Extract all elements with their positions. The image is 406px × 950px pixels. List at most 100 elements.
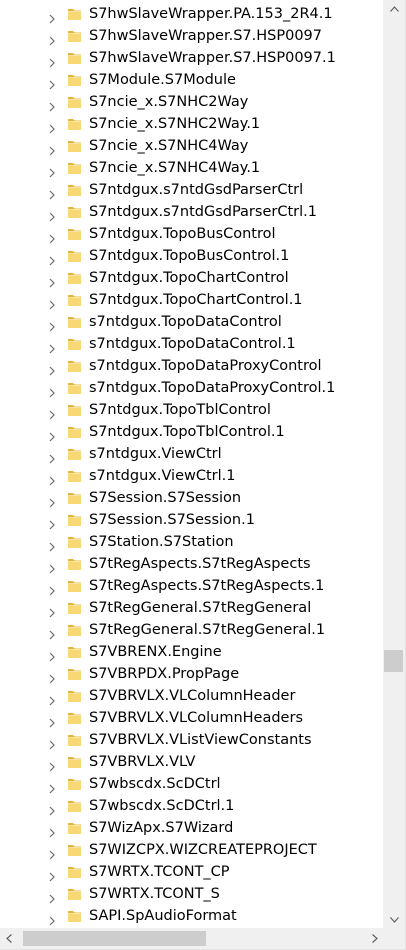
tree-item[interactable]: S7ntdgux.TopoBusControl.1 xyxy=(0,245,383,267)
tree-item[interactable]: S7VBRVLX.VLColumnHeaders xyxy=(0,707,383,729)
tree-item[interactable]: S7Station.S7Station xyxy=(0,531,383,553)
tree-item[interactable]: S7ncie_x.S7NHC4Way.1 xyxy=(0,157,383,179)
tree-item[interactable]: S7VBRVLX.VListViewConstants xyxy=(0,729,383,751)
tree-item[interactable]: S7VBRPDX.PropPage xyxy=(0,663,383,685)
tree-item[interactable]: s7ntdgux.TopoDataControl.1 xyxy=(0,333,383,355)
tree-item-label: S7hwSlaveWrapper.PA.153_2R4.1 xyxy=(89,6,333,22)
chevron-right-icon[interactable] xyxy=(49,405,55,420)
chevron-right-icon[interactable] xyxy=(49,339,55,354)
folder-icon xyxy=(67,226,82,241)
tree-item[interactable]: S7WRTX.TCONT_CP xyxy=(0,861,383,883)
vertical-scroll-thumb[interactable] xyxy=(384,650,403,672)
tree-item[interactable]: S7ntdgux.TopoChartControl.1 xyxy=(0,289,383,311)
tree-item[interactable]: S7wbscdx.ScDCtrl.1 xyxy=(0,795,383,817)
chevron-right-icon[interactable] xyxy=(49,735,55,750)
tree-item[interactable]: s7ntdgux.TopoDataProxyControl xyxy=(0,355,383,377)
folder-icon xyxy=(67,534,82,549)
tree-item[interactable]: S7Session.S7Session.1 xyxy=(0,509,383,531)
chevron-right-icon[interactable] xyxy=(49,229,55,244)
tree-item[interactable]: S7Session.S7Session xyxy=(0,487,383,509)
tree-item[interactable]: s7ntdgux.ViewCtrl.1 xyxy=(0,465,383,487)
chevron-right-icon[interactable] xyxy=(49,911,55,926)
tree-item[interactable]: S7WRTX.TCONT_S xyxy=(0,883,383,905)
chevron-right-icon[interactable] xyxy=(49,845,55,860)
tree-item[interactable]: S7Module.S7Module xyxy=(0,69,383,91)
tree-item[interactable]: S7ncie_x.S7NHC4Way xyxy=(0,135,383,157)
folder-icon xyxy=(67,886,82,901)
vertical-scrollbar[interactable] xyxy=(383,0,405,928)
chevron-right-icon[interactable] xyxy=(49,295,55,310)
chevron-right-icon[interactable] xyxy=(49,273,55,288)
chevron-right-icon[interactable] xyxy=(49,515,55,530)
tree-item[interactable]: S7tRegGeneral.S7tRegGeneral xyxy=(0,597,383,619)
chevron-right-icon[interactable] xyxy=(49,449,55,464)
tree-item[interactable]: S7ntdgux.TopoTblControl.1 xyxy=(0,421,383,443)
tree-item[interactable]: S7tRegAspects.S7tRegAspects xyxy=(0,553,383,575)
tree-item[interactable]: s7ntdgux.TopoDataControl xyxy=(0,311,383,333)
chevron-right-icon[interactable] xyxy=(49,9,55,24)
chevron-right-icon[interactable] xyxy=(49,889,55,904)
tree-item[interactable]: S7ntdgux.s7ntdGsdParserCtrl.1 xyxy=(0,201,383,223)
tree-item[interactable]: S7hwSlaveWrapper.S7.HSP0097.1 xyxy=(0,47,383,69)
tree-item[interactable]: S7hwSlaveWrapper.PA.153_2R4.1 xyxy=(0,3,383,25)
tree-item[interactable]: S7ntdgux.TopoBusControl xyxy=(0,223,383,245)
scroll-right-arrow-icon[interactable] xyxy=(366,928,383,949)
chevron-right-icon[interactable] xyxy=(49,581,55,596)
scroll-left-arrow-icon[interactable] xyxy=(0,928,17,949)
tree-item[interactable]: S7VBRVLX.VLV xyxy=(0,751,383,773)
tree-item[interactable]: S7WizApx.S7Wizard xyxy=(0,817,383,839)
folder-icon xyxy=(67,248,82,263)
chevron-right-icon[interactable] xyxy=(49,471,55,486)
chevron-right-icon[interactable] xyxy=(49,97,55,112)
tree-item-label: s7ntdgux.ViewCtrl xyxy=(89,446,222,462)
chevron-right-icon[interactable] xyxy=(49,317,55,332)
tree-item[interactable]: S7WIZCPX.WIZCREATEPROJECT xyxy=(0,839,383,861)
tree-item[interactable]: S7hwSlaveWrapper.S7.HSP0097 xyxy=(0,25,383,47)
chevron-right-icon[interactable] xyxy=(49,119,55,134)
tree-item[interactable]: S7tRegAspects.S7tRegAspects.1 xyxy=(0,575,383,597)
chevron-right-icon[interactable] xyxy=(49,361,55,376)
chevron-right-icon[interactable] xyxy=(49,779,55,794)
chevron-right-icon[interactable] xyxy=(49,75,55,90)
chevron-right-icon[interactable] xyxy=(49,251,55,266)
tree-item[interactable]: s7ntdgux.ViewCtrl xyxy=(0,443,383,465)
registry-key-tree[interactable]: S7hwSlaveWrapper.PA.153_2R4.1 S7hwSlaveWr… xyxy=(0,0,383,928)
chevron-right-icon[interactable] xyxy=(49,537,55,552)
tree-item[interactable]: S7ncie_x.S7NHC2Way xyxy=(0,91,383,113)
tree-item[interactable]: S7VBRVLX.VLColumnHeader xyxy=(0,685,383,707)
chevron-right-icon[interactable] xyxy=(49,427,55,442)
tree-item[interactable]: S7wbscdx.ScDCtrl xyxy=(0,773,383,795)
chevron-right-icon[interactable] xyxy=(49,31,55,46)
tree-item[interactable]: S7ncie_x.S7NHC2Way.1 xyxy=(0,113,383,135)
chevron-right-icon[interactable] xyxy=(49,383,55,398)
chevron-right-icon[interactable] xyxy=(49,823,55,838)
horizontal-scrollbar[interactable] xyxy=(0,928,383,949)
chevron-right-icon[interactable] xyxy=(49,669,55,684)
tree-item[interactable]: S7VBRENX.Engine xyxy=(0,641,383,663)
tree-item[interactable]: S7ntdgux.TopoChartControl xyxy=(0,267,383,289)
chevron-right-icon[interactable] xyxy=(49,163,55,178)
chevron-right-icon[interactable] xyxy=(49,603,55,618)
tree-item[interactable]: S7tRegGeneral.S7tRegGeneral.1 xyxy=(0,619,383,641)
scroll-down-arrow-icon[interactable] xyxy=(383,911,405,928)
chevron-right-icon[interactable] xyxy=(49,53,55,68)
chevron-right-icon[interactable] xyxy=(49,207,55,222)
scroll-up-arrow-icon[interactable] xyxy=(383,0,405,17)
tree-item[interactable]: S7ntdgux.TopoTblControl xyxy=(0,399,383,421)
tree-item[interactable]: SAPI.SpAudioFormat xyxy=(0,905,383,927)
horizontal-scroll-thumb[interactable] xyxy=(23,931,206,946)
tree-item[interactable]: s7ntdgux.TopoDataProxyControl.1 xyxy=(0,377,383,399)
chevron-right-icon[interactable] xyxy=(49,625,55,640)
chevron-right-icon[interactable] xyxy=(49,559,55,574)
chevron-right-icon[interactable] xyxy=(49,141,55,156)
tree-item[interactable]: S7ntdgux.s7ntdGsdParserCtrl xyxy=(0,179,383,201)
chevron-right-icon[interactable] xyxy=(49,691,55,706)
chevron-right-icon[interactable] xyxy=(49,757,55,772)
tree-item-label: S7ncie_x.S7NHC2Way xyxy=(89,94,249,110)
chevron-right-icon[interactable] xyxy=(49,493,55,508)
chevron-right-icon[interactable] xyxy=(49,647,55,662)
chevron-right-icon[interactable] xyxy=(49,867,55,882)
chevron-right-icon[interactable] xyxy=(49,801,55,816)
chevron-right-icon[interactable] xyxy=(49,713,55,728)
chevron-right-icon[interactable] xyxy=(49,185,55,200)
